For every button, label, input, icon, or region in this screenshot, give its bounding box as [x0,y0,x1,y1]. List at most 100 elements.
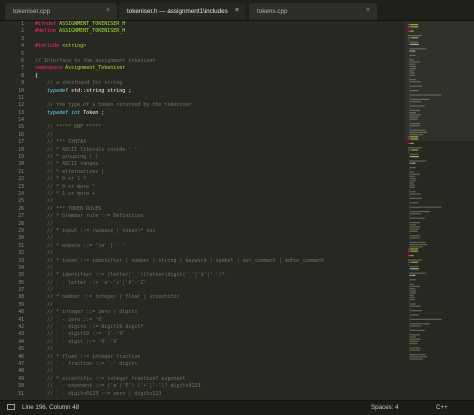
minimap-line [409,347,420,348]
code-line[interactable]: // Interface to the assignment tokeniser [35,58,404,65]
code-token: // [35,302,53,308]
tab-tokens-cpp[interactable]: tokens.cpp × [249,3,377,20]
code-line[interactable]: // *** TOKEN RULES [35,206,404,213]
line-number: 11 [0,95,24,102]
code-line[interactable]: // * 0 or more * [35,184,404,191]
status-bar: Line 196, Column 48 Spaces: 4 C++ [0,400,474,415]
code-line[interactable]: // [35,346,404,353]
minimap-line [409,325,421,326]
minimap-line [408,149,411,150]
code-line[interactable]: // [35,198,404,205]
minimap-line [412,163,413,164]
minimap-line [409,350,420,351]
minimap-line [410,251,418,252]
close-icon[interactable]: × [235,7,239,14]
minimap-line [409,218,424,219]
minimap-line [409,281,410,282]
code-line[interactable]: typedef std::string string ; [35,88,404,95]
code-line[interactable]: // [35,132,404,139]
code-line[interactable]: // - digits ::= digit19 digit* [35,324,404,331]
code-line[interactable]: // * ASCII ranges - [35,161,404,168]
minimap-line [409,314,418,315]
code-line[interactable]: // [35,235,404,242]
code-line[interactable]: // * input ::= (wspace | token)* eoi [35,228,404,235]
code-line[interactable]: // * integer ::= zero | digits [35,309,404,316]
line-number-gutter: 1234567891011121314151617181920212223242… [0,21,24,400]
minimap-line [409,303,415,304]
code-line[interactable]: #ifndef ASSIGNMENT_TOKENISER_H [35,21,404,28]
code-line[interactable]: // a shorthand for string [35,80,404,87]
code-line[interactable]: // * Grammar rule ::= Definition [35,213,404,220]
code-line[interactable]: { [35,73,404,80]
tab-tokeniser-cpp[interactable]: tokeniser.cpp × [5,3,117,20]
line-number: 50 [0,383,24,390]
minimap-line [409,160,426,161]
code-line[interactable]: // - exponent ::= ('e'|'E') ('+'|'-')? d… [35,383,404,390]
line-number: 2 [0,28,24,35]
minimap-line [409,244,427,245]
code-line[interactable]: #define ASSIGNMENT_TOKENISER_H [35,28,404,35]
code-line[interactable]: // [35,287,404,294]
minimap-line [409,215,410,216]
minimap-line [409,196,410,197]
code-line[interactable]: // - digit ::= '0'-'9' [35,339,404,346]
code-line[interactable]: // [35,302,404,309]
code-line[interactable]: // - letter ::= 'a'-'z'|'A'-'Z' [35,280,404,287]
line-number: 1 [0,21,24,28]
minimap-line [409,180,416,181]
code-token: int [71,110,83,116]
code-line[interactable]: // * float ::= integer fraction [35,354,404,361]
minimap-viewport[interactable] [405,21,474,141]
code-line[interactable]: // * token ::= identifier | number | str… [35,258,404,265]
minimap-line [408,147,422,148]
minimap[interactable] [405,21,474,400]
panel-toggle-icon[interactable] [7,404,15,410]
code-line[interactable]: // [35,368,404,375]
code-line[interactable]: namespace Assignment_Tokeniser [35,65,404,72]
code-line[interactable]: // - digits0123 ::= zero | digits123 [35,391,404,398]
code-line[interactable]: // * 0 or 1 ? [35,176,404,183]
code-line[interactable]: #include <string> [35,43,404,50]
line-number: 30 [0,235,24,242]
close-icon[interactable]: × [366,7,370,14]
code-line[interactable] [35,51,404,58]
code-editor[interactable]: 1234567891011121314151617181920212223242… [0,21,404,400]
code-line[interactable]: // * identifier ::= (letter|'_')(letter|… [35,272,404,279]
code-line[interactable]: // [35,221,404,228]
line-number: 6 [0,58,24,65]
code-token: // [35,235,53,241]
code-area[interactable]: #ifndef ASSIGNMENT_TOKENISER_H#define AS… [35,21,404,400]
line-number: 39 [0,302,24,309]
minimap-line [408,255,411,256]
line-number: 7 [0,65,24,72]
code-line[interactable]: // * number ::= integer | float | scient… [35,294,404,301]
code-line[interactable]: // [35,250,404,257]
code-token: // [35,132,53,138]
indentation-setting[interactable]: Spaces: 4 [371,404,399,411]
code-line[interactable]: // * ASCII literals inside ' ' [35,147,404,154]
code-line[interactable]: // *** SYNTAX [35,139,404,146]
code-line[interactable]: // - fraction ::= '.' digit+ [35,361,404,368]
minimap-line [409,292,416,293]
code-line[interactable]: // - digit19 ::= '1'-'9' [35,331,404,338]
close-icon[interactable]: × [106,7,110,14]
code-line[interactable] [35,117,404,124]
code-line[interactable]: // [35,265,404,272]
code-line[interactable]: // * wspace ::= '\n' | ' ' [35,243,404,250]
line-number: 12 [0,102,24,109]
code-line[interactable] [35,36,404,43]
code-line[interactable]: // * scientific ::= integer fraction? ex… [35,376,404,383]
line-number: 43 [0,331,24,338]
tab-tokeniser-h[interactable]: tokeniser.h — assignment1\includes × [119,3,246,20]
code-line[interactable]: // ***** BNF ***** [35,124,404,131]
syntax-selector[interactable]: C++ [436,404,448,411]
code-line[interactable]: // * grouping ( ) [35,154,404,161]
code-line[interactable]: // * alternatives | [35,169,404,176]
code-line[interactable]: // * 1 or more + [35,191,404,198]
code-line[interactable]: typedef int Token ; [35,110,404,117]
code-line[interactable]: // - zero ::= '0' [35,317,404,324]
code-line[interactable]: // the type of a token returned by the t… [35,102,404,109]
minimap-line [409,171,414,172]
minimap-line [413,275,415,276]
code-line[interactable] [35,95,404,102]
